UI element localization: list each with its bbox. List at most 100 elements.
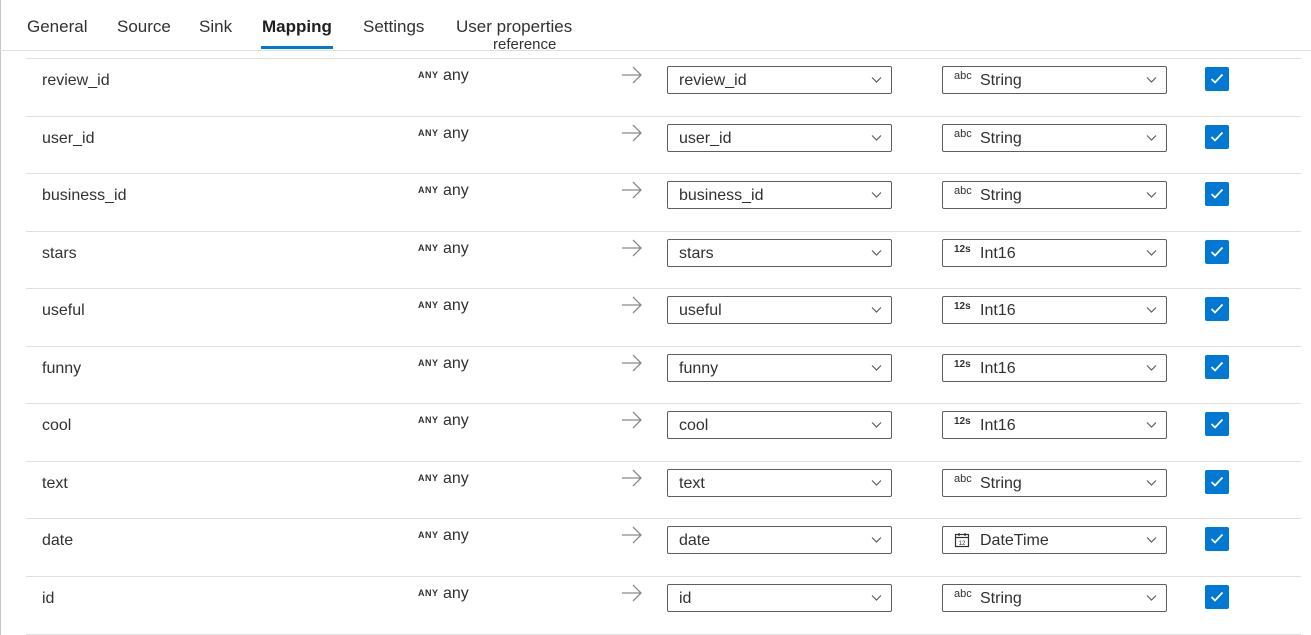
checkmark-icon (1210, 303, 1224, 314)
checkmark-icon (1210, 533, 1224, 544)
string-type-icon: abc (954, 473, 972, 485)
source-type: any (443, 182, 469, 199)
include-checkbox[interactable] (1205, 240, 1229, 264)
destination-column-value: id (679, 590, 692, 607)
panel-left-border (0, 0, 1, 635)
destination-type-value: String (980, 187, 1022, 204)
table-row: date ANY any date 12 DateTime (26, 518, 1301, 576)
destination-type-dropdown[interactable]: 12s Int16 (942, 411, 1167, 439)
chevron-down-icon (871, 365, 882, 371)
source-column-name: date (42, 532, 74, 549)
checkmark-icon (1210, 188, 1224, 199)
destination-column-dropdown[interactable]: useful (667, 296, 892, 324)
source-type: any (443, 470, 469, 487)
chevron-down-icon (1146, 422, 1157, 428)
destination-column-dropdown[interactable]: stars (667, 239, 892, 267)
destination-column-dropdown[interactable]: user_id (667, 124, 892, 152)
source-column-name: useful (42, 302, 85, 319)
source-type: any (443, 585, 469, 602)
destination-type-dropdown[interactable]: abc String (942, 181, 1167, 209)
destination-column-value: useful (679, 302, 722, 319)
arrow-right-icon (622, 526, 642, 544)
table-row: useful ANY any useful 12s Int16 (26, 288, 1301, 346)
destination-type-dropdown[interactable]: abc String (942, 124, 1167, 152)
chevron-down-icon (871, 480, 882, 486)
destination-column-dropdown[interactable]: id (667, 584, 892, 612)
include-checkbox[interactable] (1205, 297, 1229, 321)
table-row: id ANY any id abc String (26, 576, 1301, 635)
chevron-down-icon (1146, 365, 1157, 371)
table-row: funny ANY any funny 12s Int16 (26, 346, 1301, 404)
integer-type-icon: 12s (954, 301, 971, 312)
table-row: cool ANY any cool 12s Int16 (26, 403, 1301, 461)
destination-column-dropdown[interactable]: review_id (667, 66, 892, 94)
destination-type-dropdown[interactable]: abc String (942, 584, 1167, 612)
checkmark-icon (1210, 73, 1224, 84)
destination-column-dropdown[interactable]: cool (667, 411, 892, 439)
source-column-name: review_id (42, 72, 110, 89)
include-checkbox[interactable] (1205, 470, 1229, 494)
destination-type-dropdown[interactable]: 12s Int16 (942, 354, 1167, 382)
integer-type-icon: 12s (954, 244, 971, 255)
chevron-down-icon (1146, 77, 1157, 83)
chevron-down-icon (871, 135, 882, 141)
destination-type-dropdown[interactable]: abc String (942, 66, 1167, 94)
chevron-down-icon (871, 307, 882, 313)
tab-user-properties[interactable]: User properties (456, 17, 572, 37)
arrow-right-icon (622, 354, 642, 372)
chevron-down-icon (871, 422, 882, 428)
destination-type-dropdown[interactable]: 12 DateTime (942, 526, 1167, 554)
column-header-cutoff: reference (493, 38, 557, 52)
destination-column-value: user_id (679, 130, 732, 147)
chevron-down-icon (871, 537, 882, 543)
source-column-name: cool (42, 417, 72, 434)
source-type: any (443, 527, 469, 544)
source-type-tag: ANY (418, 588, 439, 598)
tab-mapping[interactable]: Mapping (262, 17, 332, 37)
arrow-right-icon (622, 124, 642, 142)
table-row: stars ANY any stars 12s Int16 (26, 231, 1301, 289)
destination-column-dropdown[interactable]: funny (667, 354, 892, 382)
source-type-tag: ANY (418, 358, 439, 368)
source-type: any (443, 412, 469, 429)
tab-general[interactable]: General (27, 17, 87, 37)
destination-column-dropdown[interactable]: text (667, 469, 892, 497)
destination-column-value: cool (679, 417, 709, 434)
calendar-icon: 12 (954, 533, 970, 548)
checkmark-icon (1210, 476, 1224, 487)
source-type-tag: ANY (418, 70, 439, 80)
checkmark-icon (1210, 361, 1224, 372)
include-checkbox[interactable] (1205, 412, 1229, 436)
source-type-tag: ANY (418, 185, 439, 195)
chevron-down-icon (871, 192, 882, 198)
destination-column-dropdown[interactable]: date (667, 526, 892, 554)
destination-type-value: Int16 (980, 245, 1016, 262)
source-type-tag: ANY (418, 243, 439, 253)
include-checkbox[interactable] (1205, 125, 1229, 149)
destination-type-value: Int16 (980, 417, 1016, 434)
destination-column-value: review_id (679, 72, 747, 89)
chevron-down-icon (1146, 595, 1157, 601)
destination-type-value: String (980, 590, 1022, 607)
tab-source[interactable]: Source (117, 17, 171, 37)
checkmark-icon (1210, 131, 1224, 142)
include-checkbox[interactable] (1205, 67, 1229, 91)
destination-type-dropdown[interactable]: 12s Int16 (942, 296, 1167, 324)
destination-column-value: funny (679, 360, 719, 377)
destination-type-dropdown[interactable]: 12s Int16 (942, 239, 1167, 267)
destination-type-value: Int16 (980, 360, 1016, 377)
destination-type-dropdown[interactable]: abc String (942, 469, 1167, 497)
include-checkbox[interactable] (1205, 585, 1229, 609)
chevron-down-icon (1146, 307, 1157, 313)
destination-column-dropdown[interactable]: business_id (667, 181, 892, 209)
string-type-icon: abc (954, 185, 972, 197)
table-row: text ANY any text abc String (26, 461, 1301, 519)
tab-sink[interactable]: Sink (199, 17, 232, 37)
include-checkbox[interactable] (1205, 355, 1229, 379)
tab-settings[interactable]: Settings (363, 17, 424, 37)
chevron-down-icon (1146, 537, 1157, 543)
include-checkbox[interactable] (1205, 527, 1229, 551)
string-type-icon: abc (954, 128, 972, 140)
include-checkbox[interactable] (1205, 182, 1229, 206)
destination-column-value: business_id (679, 187, 764, 204)
